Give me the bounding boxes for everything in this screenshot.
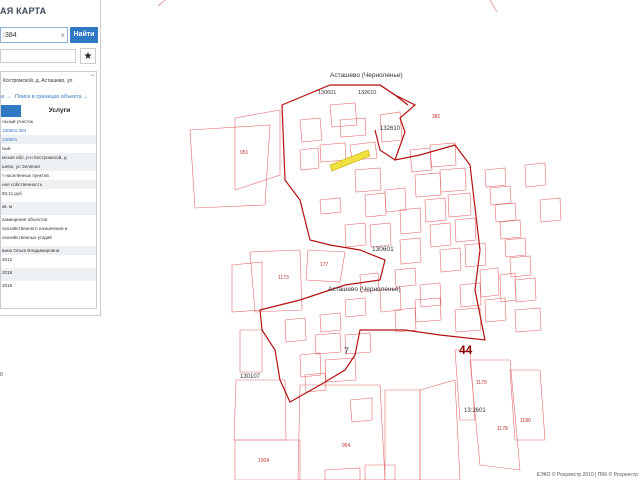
object-tabs: Услуги [1,105,96,117]
parcel-label-954: 954 [342,443,351,449]
clear-icon[interactable]: × [60,28,65,44]
search-value: :384 [3,32,17,39]
object-links: и → Поиск в границах объекта → [1,94,88,100]
parcel-label-1180: 1180 [520,418,531,424]
tab-services[interactable]: Услуги [21,105,96,117]
info-row: охозяйственных угодий [2,235,52,240]
parcel-label-7: 7 [344,346,350,356]
parcel-label-1178: 1178 [497,426,508,432]
collapse-icon[interactable]: ⌃ [90,74,95,81]
info-row: 2018 [1,268,96,281]
object-card: Костромской, д. Асташево, ул ⌃ и → Поиск… [0,71,97,309]
info-row: азмещения объектов [2,217,48,222]
link-left[interactable]: и → [1,94,11,100]
quarter-label-mid: 130601 [372,246,394,253]
village-label-mid: Асташево (Черноленье) [328,286,401,293]
info-row: ный [2,146,11,151]
favorite-star-icon[interactable]: ★ [80,48,96,64]
find-button[interactable]: Найти [70,27,98,43]
parcel-label-951: 951 [240,150,249,156]
parcel-label-1173: 1173 [278,275,289,281]
map-credits: ЕЭКО © Росреестр 2010 | ПКК © Росреестр [536,472,638,478]
parcel-label-44: 44 [459,343,473,357]
tab-info[interactable] [1,105,21,117]
quarter-label-right: 132610 [380,126,401,132]
info-row-quarter[interactable]: 130601 [1,135,96,144]
parcel-label-381: 381 [432,114,441,120]
info-row: шево, ул Зеленая [1,162,96,171]
parcel-label-177: 177 [320,262,329,268]
info-row: 2012 [2,257,13,262]
info-row: вина Ольга Владимировна [1,246,96,255]
info-row: охозяйственного назначения и [2,226,68,231]
filter-field[interactable] [0,49,76,63]
info-row: 2018 [2,283,13,288]
info-panel: АЯ КАРТА :384 × Найти ★ Костромской, д. … [0,0,101,316]
object-info-rows: льный участок 130601:384 130601 ный мска… [1,117,96,294]
quarter-label-top-2: 132610 [358,90,377,96]
object-address: Костромской, д. Асташево, ул [3,78,73,84]
info-row: 83,11 руб [2,191,22,196]
quarter-label-top: 130601 [318,90,337,96]
zoom-value: 0 [0,372,3,378]
village-label-top: Асташево (Черноленье) [330,72,403,79]
quarter-label-bottom: 13:2601 [464,408,486,414]
info-row: кв. м [1,202,96,215]
info-row-cadastral-number[interactable]: 130601:384 [1,126,96,135]
info-row: т населённых пунктов [2,173,49,178]
search-in-bounds-link[interactable]: Поиск в границах объекта → [15,94,88,100]
parcel-label-1179: 1179 [476,380,487,386]
parcel-label-1004: 1004 [258,458,270,464]
info-row: льный участок [2,119,33,124]
search-input[interactable]: :384 × [0,27,68,43]
quarter-label-left: 130107 [240,374,261,380]
info-row: ная собственность [1,180,96,189]
info-row: мская обл, р-н Костромской, д [1,153,96,162]
app-title: АЯ КАРТА [0,6,47,16]
